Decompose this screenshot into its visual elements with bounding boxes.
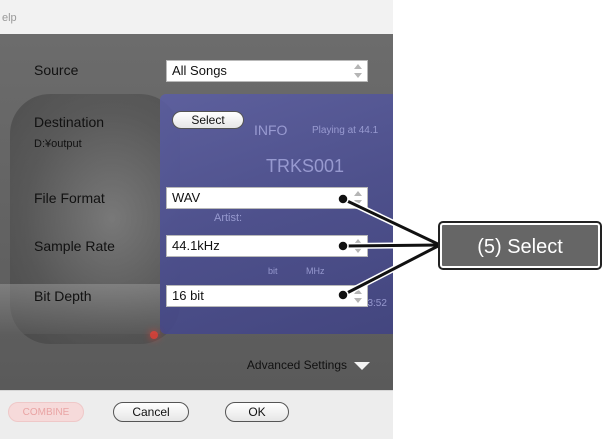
- menu-fragment[interactable]: elp: [2, 12, 17, 24]
- export-dialog: INFO Playing at 44.1 TRKS001 Artist: bit…: [0, 34, 393, 390]
- triangle-down-icon[interactable]: [354, 362, 370, 370]
- advanced-settings-toggle[interactable]: Advanced Settings: [247, 358, 347, 372]
- combine-button[interactable]: COMBINE: [8, 402, 84, 422]
- source-value: All Songs: [172, 63, 227, 78]
- updown-arrows-icon: [353, 239, 363, 253]
- updown-arrows-icon: [353, 289, 363, 303]
- source-label: Source: [34, 62, 79, 78]
- menu-bar: elp: [0, 0, 393, 34]
- file-format-label: File Format: [34, 190, 105, 206]
- background-badge-mhz: MHz: [306, 266, 325, 276]
- file-format-select[interactable]: WAV: [166, 187, 368, 209]
- record-indicator-icon: [150, 331, 158, 339]
- cancel-button[interactable]: Cancel: [113, 402, 189, 422]
- updown-arrows-icon: [353, 64, 363, 78]
- sample-rate-label: Sample Rate: [34, 238, 115, 254]
- bit-depth-value: 16 bit: [172, 288, 204, 303]
- background-playing-text: Playing at 44.1: [312, 125, 379, 136]
- sample-rate-select[interactable]: 44.1kHz: [166, 235, 368, 257]
- background-info-text: INFO: [254, 122, 288, 138]
- background-badge-bit: bit: [268, 266, 278, 276]
- updown-arrows-icon: [353, 191, 363, 205]
- sample-rate-value: 44.1kHz: [172, 238, 220, 253]
- callout-label: (5) Select: [438, 221, 602, 270]
- destination-path: D:¥output: [34, 138, 82, 150]
- bit-depth-select[interactable]: 16 bit: [166, 285, 368, 307]
- file-format-value: WAV: [172, 190, 201, 205]
- bit-depth-label: Bit Depth: [34, 288, 92, 304]
- ok-button[interactable]: OK: [225, 402, 289, 422]
- background-artist-label: Artist:: [214, 212, 243, 224]
- background-track-id: TRKS001: [266, 156, 345, 176]
- source-select[interactable]: All Songs: [166, 60, 368, 82]
- destination-label: Destination: [34, 114, 105, 130]
- select-destination-button[interactable]: Select: [172, 111, 244, 129]
